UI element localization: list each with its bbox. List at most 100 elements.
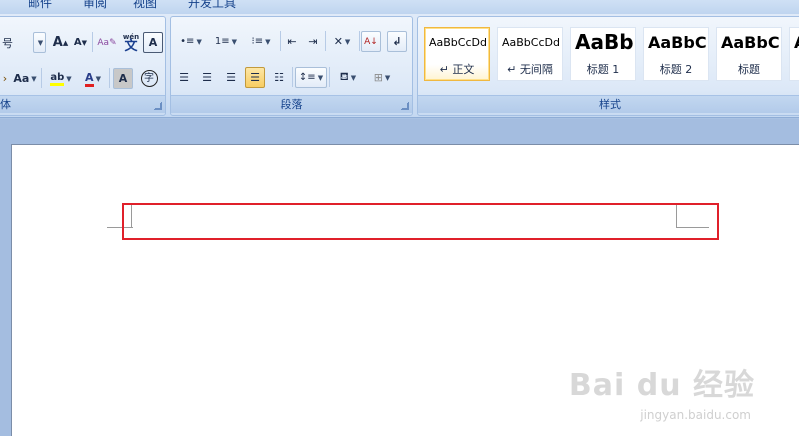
clear-format-button[interactable]: Aa✎ bbox=[96, 32, 118, 53]
dialog-launcher-icon[interactable] bbox=[401, 102, 409, 110]
tab-review[interactable]: 审阅 bbox=[83, 0, 107, 11]
style-name: 标题 1 bbox=[586, 63, 620, 76]
style-name: 标题 2 bbox=[659, 63, 693, 76]
font-group-label: 体 bbox=[0, 95, 165, 113]
style-normal[interactable]: AaBbCcDd ↵ 正文 bbox=[424, 27, 490, 81]
multilevel-list-button[interactable]: ⁝≡ ▼ bbox=[244, 31, 278, 52]
style-sample: AaBb bbox=[575, 30, 634, 54]
phonetic-char: 文 bbox=[124, 38, 138, 54]
style-partial[interactable]: A bbox=[789, 27, 799, 81]
partial-icon: › bbox=[2, 72, 8, 85]
style-sample: A bbox=[794, 33, 799, 52]
justify-icon: ☰ bbox=[250, 71, 260, 84]
asian-layout-button[interactable]: ✕ ▼ bbox=[327, 31, 357, 52]
separator bbox=[41, 68, 42, 88]
font-color-button[interactable]: A ▼ bbox=[80, 68, 106, 89]
baidu-jingyan-watermark: Bai du 经验 bbox=[568, 368, 755, 403]
tab-developer[interactable]: 开发工具 bbox=[188, 0, 236, 11]
style-sample: AaBbCcDd bbox=[502, 36, 560, 49]
decrease-indent-icon: ⇤ bbox=[287, 35, 297, 48]
increase-indent-icon: ⇥ bbox=[308, 35, 318, 48]
font-size-dropdown[interactable]: ▼ bbox=[33, 32, 46, 53]
borders-button[interactable]: ⊞ ▼ bbox=[367, 67, 397, 88]
style-sample: AaBbC bbox=[648, 33, 707, 52]
chevron-down-icon: ▼ bbox=[37, 38, 44, 47]
separator bbox=[109, 68, 110, 88]
distributed-icon: ☷ bbox=[274, 71, 284, 84]
style-no-spacing[interactable]: AaBbCcDd ↵ 无间隔 bbox=[497, 27, 563, 81]
decrease-indent-button[interactable]: ⇤ bbox=[282, 31, 302, 52]
show-marks-button[interactable]: ↲ bbox=[387, 31, 407, 52]
shrink-font-button[interactable]: A ▼ bbox=[71, 32, 90, 53]
highlighter-icon: ab bbox=[50, 72, 65, 86]
font-size-suffix: 号 bbox=[2, 36, 13, 50]
align-left-button[interactable]: ☰ bbox=[174, 67, 194, 88]
ribbon: 号 ▼ A ▲ A ▼ Aa✎ wén 文 A › Aa ▼ ab ▼ A ▼ … bbox=[0, 14, 799, 118]
highlight-annotation bbox=[122, 203, 719, 240]
clear-format-icon: Aa✎ bbox=[97, 37, 117, 48]
style-heading-1[interactable]: AaBb 标题 1 bbox=[570, 27, 636, 81]
tab-view[interactable]: 视图 bbox=[133, 0, 157, 11]
document-area: Bai du 经验 jingyan.baidu.com bbox=[0, 119, 799, 436]
separator bbox=[359, 31, 360, 51]
tab-mailings[interactable]: 邮件 bbox=[28, 0, 52, 11]
style-name: ↵ 正文 bbox=[439, 63, 475, 76]
font-group: 号 ▼ A ▲ A ▼ Aa✎ wén 文 A › Aa ▼ ab ▼ A ▼ … bbox=[0, 16, 166, 116]
paint-bucket-icon: ⛾ bbox=[339, 70, 349, 83]
grow-font-icon: A bbox=[52, 35, 63, 50]
numbering-button[interactable]: 1≡ ▼ bbox=[209, 31, 243, 52]
separator bbox=[325, 31, 326, 51]
style-sample: AaBbCcDd bbox=[429, 36, 487, 49]
distributed-button[interactable]: ☷ bbox=[269, 67, 289, 88]
shrink-font-icon: A bbox=[73, 37, 82, 48]
grow-font-button[interactable]: A ▲ bbox=[51, 32, 70, 53]
font-size-box[interactable]: 号 bbox=[1, 32, 31, 53]
enclose-char-button[interactable]: 字 bbox=[139, 68, 159, 89]
numbering-icon: 1≡ bbox=[214, 36, 230, 47]
change-case-icon: Aa bbox=[13, 72, 30, 85]
enclose-char-icon: 字 bbox=[140, 70, 158, 87]
styles-group: AaBbCcDd ↵ 正文 AaBbCcDd ↵ 无间隔 AaBb 标题 1 A… bbox=[417, 16, 799, 116]
sort-icon: A↓ bbox=[364, 36, 378, 47]
change-case-button[interactable]: Aa ▼ bbox=[12, 68, 38, 89]
char-border-button[interactable]: A bbox=[143, 32, 163, 53]
paragraph-mark-icon: ↲ bbox=[392, 35, 402, 48]
paragraph-group: •≡ ▼ 1≡ ▼ ⁝≡ ▼ ⇤ ⇥ ✕ ▼ A↓ ↲ ☰ ☰ ☰ ☰ ☷ ↕≡… bbox=[170, 16, 413, 116]
char-border-icon: A bbox=[148, 36, 158, 49]
align-left-icon: ☰ bbox=[179, 71, 189, 84]
paragraph-group-label: 段落 bbox=[171, 95, 412, 113]
bullets-button[interactable]: •≡ ▼ bbox=[174, 31, 208, 52]
asian-layout-icon: ✕ bbox=[333, 35, 343, 48]
bullets-icon: •≡ bbox=[180, 35, 195, 47]
align-center-icon: ☰ bbox=[202, 71, 212, 84]
ribbon-tab-strip: 邮件 审阅 视图 开发工具 bbox=[0, 0, 799, 14]
char-shading-button[interactable]: A bbox=[113, 68, 133, 89]
align-center-button[interactable]: ☰ bbox=[197, 67, 217, 88]
char-shading-icon: A bbox=[118, 72, 128, 85]
increase-indent-button[interactable]: ⇥ bbox=[303, 31, 323, 52]
sort-button[interactable]: A↓ bbox=[361, 31, 381, 52]
watermark-url: jingyan.baidu.com bbox=[640, 408, 751, 422]
align-right-icon: ☰ bbox=[226, 71, 236, 84]
justify-button[interactable]: ☰ bbox=[245, 67, 265, 88]
separator bbox=[329, 67, 330, 87]
style-heading-2[interactable]: AaBbC 标题 2 bbox=[643, 27, 709, 81]
line-spacing-button[interactable]: ↕≡ ▼ bbox=[295, 67, 327, 88]
styles-group-label: 样式 bbox=[418, 95, 799, 113]
separator bbox=[92, 32, 93, 52]
separator bbox=[292, 67, 293, 87]
font-color-icon: A bbox=[85, 71, 94, 87]
style-sample: AaBbC bbox=[721, 33, 780, 52]
dialog-launcher-icon[interactable] bbox=[154, 102, 162, 110]
partial-button[interactable]: › bbox=[1, 68, 9, 89]
highlight-color-button[interactable]: ab ▼ bbox=[45, 68, 77, 89]
style-name: ↵ 无间隔 bbox=[507, 63, 553, 76]
phonetic-guide-button[interactable]: wén 文 bbox=[120, 31, 142, 54]
style-title[interactable]: AaBbC 标题 bbox=[716, 27, 782, 81]
shading-button[interactable]: ⛾ ▼ bbox=[331, 67, 365, 88]
line-spacing-icon: ↕≡ bbox=[298, 72, 316, 83]
align-right-button[interactable]: ☰ bbox=[221, 67, 241, 88]
border-icon: ⊞ bbox=[373, 71, 383, 84]
separator bbox=[280, 31, 281, 51]
style-name: 标题 bbox=[738, 63, 760, 76]
